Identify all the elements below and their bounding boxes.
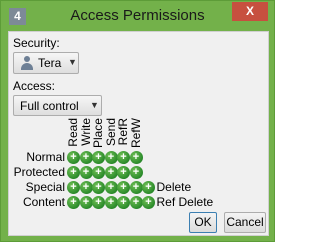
permission-checkbox[interactable]: +	[104, 181, 118, 194]
dialog-title: Access Permissions	[70, 7, 205, 24]
cancel-button[interactable]: Cancel	[224, 212, 266, 233]
access-label: Access:	[13, 79, 56, 93]
permission-checkbox[interactable]: +	[67, 166, 80, 179]
extra-permission-label: Delete	[156, 180, 192, 194]
close-button[interactable]: X	[232, 2, 268, 21]
row-label-content: Content	[22, 195, 65, 209]
chevron-down-icon: ▼	[90, 100, 99, 110]
permission-checkbox[interactable]: +	[117, 151, 130, 164]
permission-checkbox[interactable]: +	[104, 196, 118, 209]
row-label-protected: Protected	[13, 165, 65, 179]
permission-checkbox[interactable]: +	[79, 166, 93, 179]
column-header-place: Place	[91, 118, 105, 149]
access-select-value: Full control	[20, 99, 79, 113]
permission-checkbox[interactable]: +	[117, 181, 130, 194]
permission-checkbox[interactable]: +	[67, 196, 80, 209]
user-icon	[20, 56, 34, 70]
permission-checkbox[interactable]: +	[142, 181, 155, 194]
permission-checkbox[interactable]: +	[129, 196, 143, 209]
security-select[interactable]: Tera ▼	[13, 52, 79, 74]
permission-checkbox[interactable]: +	[142, 196, 155, 209]
permission-checkbox[interactable]: +	[92, 151, 105, 164]
extra-permission-label: Ref Delete	[156, 195, 214, 209]
title-bar[interactable]: 4 Access Permissions X	[1, 1, 274, 31]
column-header-refr: RefR	[116, 118, 130, 146]
permission-checkbox[interactable]: +	[129, 166, 143, 179]
column-header-send: Send	[103, 118, 118, 147]
app-icon: 4	[9, 8, 26, 25]
column-header-write: Write	[78, 118, 93, 146]
column-header-refw: RefW	[128, 118, 143, 148]
permission-checkbox[interactable]: +	[129, 151, 143, 164]
permission-checkbox[interactable]: +	[79, 181, 93, 194]
row-label-special: Special	[25, 180, 65, 194]
permission-checkbox[interactable]: +	[104, 151, 118, 164]
permission-checkbox[interactable]: +	[67, 151, 80, 164]
permission-checkbox[interactable]: +	[92, 196, 105, 209]
permission-checkbox[interactable]: +	[117, 196, 130, 209]
permission-checkbox[interactable]: +	[92, 166, 105, 179]
permission-checkbox[interactable]: +	[117, 166, 130, 179]
permission-checkbox[interactable]: +	[67, 181, 80, 194]
chevron-down-icon: ▼	[68, 57, 77, 67]
security-select-value: Tera	[38, 56, 62, 70]
column-header-read: Read	[66, 118, 80, 147]
security-label: Security:	[13, 36, 60, 50]
permission-checkbox[interactable]: +	[104, 166, 118, 179]
row-label-normal: Normal	[26, 150, 65, 164]
permission-checkbox[interactable]: +	[79, 151, 93, 164]
access-select[interactable]: Full control ▼	[13, 95, 102, 116]
dialog-content: Security: Tera ▼ Access: Full control ▼ …	[8, 31, 269, 236]
permission-checkbox[interactable]: +	[92, 181, 105, 194]
permission-checkbox[interactable]: +	[129, 181, 143, 194]
ok-button[interactable]: OK	[189, 212, 217, 233]
permission-checkbox[interactable]: +	[79, 196, 93, 209]
dialog-window: 4 Access Permissions X Security: Tera ▼ …	[0, 0, 275, 242]
